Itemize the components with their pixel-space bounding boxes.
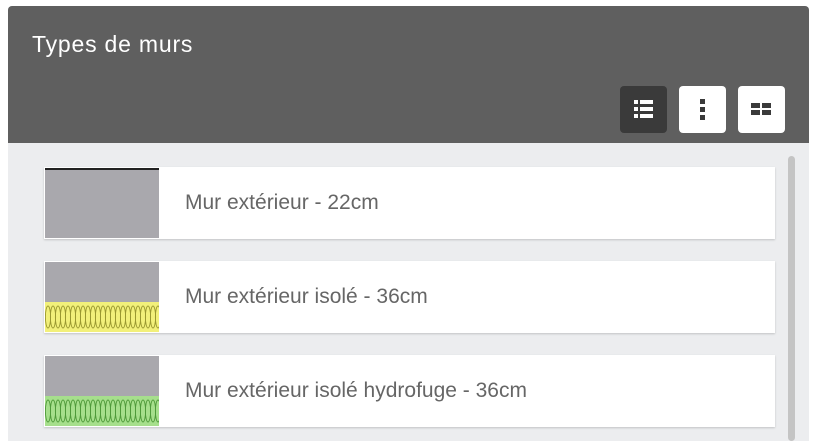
wall-label: Mur extérieur isolé hydrofuge - 36cm: [185, 379, 527, 402]
vertical-dots-icon: [700, 99, 705, 120]
wall-item-exterior-22[interactable]: Mur extérieur - 22cm: [44, 167, 775, 239]
compact-view-button[interactable]: [679, 86, 726, 133]
wall-item-exterior-insulated-36[interactable]: Mur extérieur isolé - 36cm: [44, 261, 775, 333]
list-view-button[interactable]: [620, 86, 667, 133]
wall-label: Mur extérieur isolé - 36cm: [185, 285, 428, 308]
list-view-icon: [634, 100, 653, 118]
wall-type-list: Mur extérieur - 22cm Mur extérieur isolé…: [8, 143, 809, 441]
grid-view-icon: [751, 103, 771, 115]
scrollbar-thumb[interactable]: [788, 156, 795, 441]
wall-thumbnail-yellow-insulation: [45, 262, 159, 332]
wall-thumbnail-green-insulation: [45, 356, 159, 426]
wall-label: Mur extérieur - 22cm: [185, 191, 379, 214]
wall-item-exterior-insulated-waterproof-36[interactable]: Mur extérieur isolé hydrofuge - 36cm: [44, 355, 775, 427]
wall-types-panel: Types de murs Mur extérieur - 22cm Mur e…: [8, 6, 809, 441]
panel-header: Types de murs: [8, 6, 809, 143]
panel-title: Types de murs: [32, 31, 194, 57]
list-scrollbar[interactable]: [786, 156, 798, 441]
wall-thumbnail: [45, 168, 159, 238]
grid-view-button[interactable]: [738, 86, 785, 133]
